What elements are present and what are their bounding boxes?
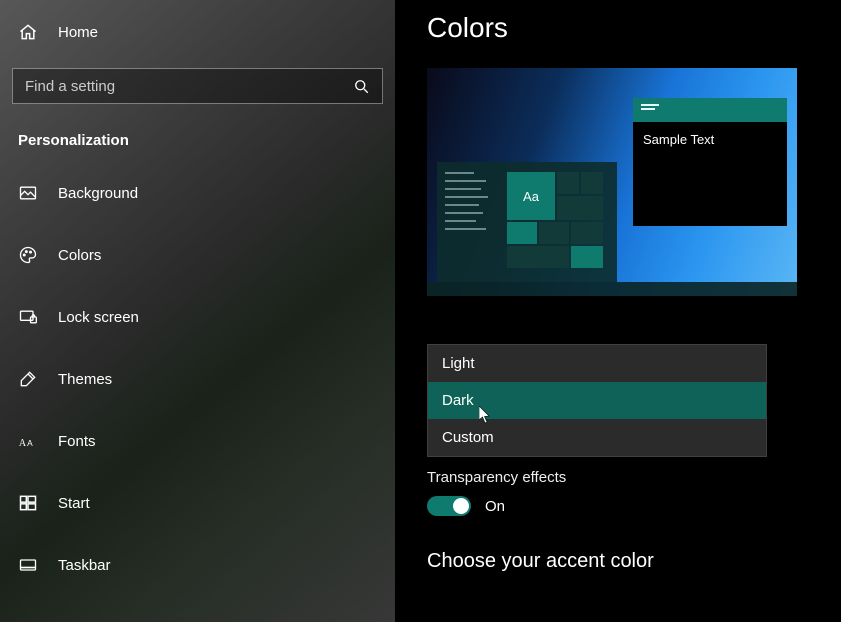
color-mode-dropdown[interactable]: Light Dark Custom	[427, 344, 767, 457]
preview-taskbar	[427, 282, 797, 296]
search-box[interactable]	[12, 68, 383, 104]
sidebar-item-fonts[interactable]: AA Fonts	[0, 417, 395, 465]
sidebar-item-lock-screen[interactable]: Lock screen	[0, 293, 395, 341]
sidebar-item-label: Themes	[58, 371, 112, 388]
nav-home-label: Home	[58, 24, 98, 41]
sidebar-item-taskbar[interactable]: Taskbar	[0, 541, 395, 589]
transparency-state: On	[485, 498, 505, 515]
sidebar-item-themes[interactable]: Themes	[0, 355, 395, 403]
accent-color-heading: Choose your accent color	[427, 550, 811, 573]
lock-screen-icon	[18, 307, 38, 327]
sidebar-item-label: Lock screen	[58, 309, 139, 326]
themes-icon	[18, 369, 38, 389]
sidebar: Home Personalization Background Colors L…	[0, 0, 395, 622]
toggle-knob	[453, 498, 469, 514]
nav-home[interactable]: Home	[0, 10, 395, 54]
section-header: Personalization	[0, 122, 395, 169]
preview-start-menu: Aa	[437, 162, 617, 282]
dropdown-option-dark[interactable]: Dark	[428, 382, 766, 419]
preview-tile-aa: Aa	[507, 172, 555, 220]
search-icon	[352, 77, 370, 95]
start-icon	[18, 493, 38, 513]
sidebar-item-background[interactable]: Background	[0, 169, 395, 217]
dropdown-option-custom[interactable]: Custom	[428, 419, 766, 456]
main-content: Colors Aa Sample Text Light Dark Custom …	[395, 0, 841, 622]
sidebar-item-label: Taskbar	[58, 557, 111, 574]
sidebar-item-label: Colors	[58, 247, 101, 264]
sidebar-item-label: Background	[58, 185, 138, 202]
preview-window: Sample Text	[633, 98, 787, 226]
home-icon	[18, 22, 38, 42]
taskbar-icon	[18, 555, 38, 575]
sidebar-item-label: Start	[58, 495, 90, 512]
search-input[interactable]	[25, 78, 352, 95]
sidebar-item-label: Fonts	[58, 433, 96, 450]
color-preview: Aa Sample Text	[427, 68, 797, 296]
sidebar-item-start[interactable]: Start	[0, 479, 395, 527]
dropdown-option-light[interactable]: Light	[428, 345, 766, 382]
fonts-icon: AA	[18, 431, 38, 451]
colors-icon	[18, 245, 38, 265]
page-title: Colors	[427, 12, 811, 44]
svg-text:A: A	[19, 438, 27, 449]
transparency-label: Transparency effects	[427, 469, 811, 486]
sidebar-item-colors[interactable]: Colors	[0, 231, 395, 279]
background-icon	[18, 183, 38, 203]
dropdown-option-label: Dark	[442, 392, 474, 409]
transparency-toggle[interactable]	[427, 496, 471, 516]
svg-text:A: A	[27, 438, 33, 448]
preview-sample-text: Sample Text	[643, 132, 714, 147]
